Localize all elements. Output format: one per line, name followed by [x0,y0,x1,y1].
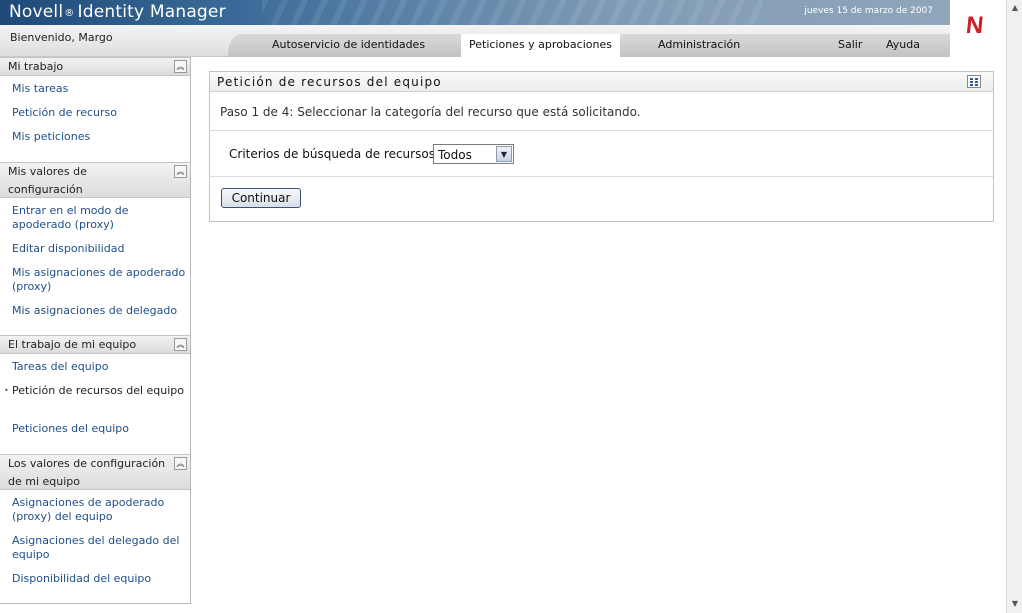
welcome-text: Bienvenido, Margo [10,31,113,44]
active-item-bullet: • [4,386,9,395]
collapse-up-icon[interactable]: ︽ [174,60,187,73]
sidebar-item-my-proxy-assignments[interactable]: Mis asignaciones de apoderado (proxy) [12,266,187,294]
title-banner: Novell® Identity Manager jueves 15 de mar… [0,0,950,25]
sidebar-section-title: El trabajo de mi equipo [8,338,137,351]
tab-administration[interactable]: Administración [658,38,740,51]
sidebar-item-my-requests[interactable]: Mis peticiones [12,130,187,144]
sidebar-item-edit-availability[interactable]: Editar disponibilidad [12,242,187,256]
scroll-down-icon[interactable]: ▼ [1009,598,1021,610]
collapse-up-icon[interactable]: ︽ [174,338,187,351]
sidebar-item-team-delegate-assignments[interactable]: Asignaciones del delegado del equipo [12,534,187,562]
product-name: Identity Manager [77,2,226,22]
sidebar-item-team-proxy-assignments[interactable]: Asignaciones de apoderado (proxy) del eq… [12,496,187,524]
sidebar-item-my-delegate-assignments[interactable]: Mis asignaciones de delegado [12,304,187,318]
divider [210,176,993,177]
current-date: jueves 15 de marzo de 2007 [804,6,933,16]
search-criteria-value: Todos [438,148,472,162]
app-title: Novell® Identity Manager [9,2,226,22]
sidebar-item-team-requests[interactable]: Peticiones del equipo [12,422,187,436]
registered-mark: ® [64,8,75,19]
search-criteria-label: Criterios de búsqueda de recursos: [229,147,439,161]
team-resource-request-panel: Petición de recursos del equipo Paso 1 d… [209,71,994,222]
collapse-up-icon[interactable]: ︽ [174,165,187,178]
sidebar-section-my-settings: Mis valores de configuración ︽ [0,162,190,198]
sidebar-section-title: Mis valores de configuración [8,165,87,196]
collapse-up-icon[interactable]: ︽ [174,457,187,470]
layout-grid-icon[interactable] [967,75,981,88]
sidebar-section-my-work: Mi trabajo ︽ [0,57,190,76]
continue-button[interactable]: Continuar [221,188,301,208]
main-tab-bar: Autoservicio de identidades Peticiones y… [228,34,950,57]
sidebar-item-team-tasks[interactable]: Tareas del equipo [12,360,187,374]
sidebar-section-title: Mi trabajo [8,60,64,73]
step-instructions: Paso 1 de 4: Seleccionar la categoría de… [220,105,641,119]
panel-title: Petición de recursos del equipo [217,75,442,89]
sidebar-section-title: Los valores de configuración de mi equip… [8,457,166,488]
sidebar-item-resource-request[interactable]: Petición de recurso [12,106,187,120]
logout-link[interactable]: Salir [838,38,862,51]
tab-requests-approvals[interactable]: Peticiones y aprobaciones [461,34,620,57]
tab-identity-self-service[interactable]: Autoservicio de identidades [272,38,425,51]
banner-pattern [262,0,762,25]
left-sidebar: Mi trabajo ︽ Mis tareas Petición de recu… [0,57,191,604]
sidebar-section-team-settings: Los valores de configuración de mi equip… [0,454,190,490]
help-link[interactable]: Ayuda [886,38,920,51]
sidebar-item-enter-proxy-mode[interactable]: Entrar en el modo de apoderado (proxy) [12,204,187,232]
divider [210,130,993,131]
vertical-scrollbar[interactable]: ▲ ▼ [1006,0,1022,613]
novell-logo: N [964,12,985,39]
panel-header: Petición de recursos del equipo [210,72,993,92]
sidebar-item-team-availability[interactable]: Disponibilidad del equipo [12,572,187,586]
welcome-strip: Bienvenido, Margo Autoservicio de identi… [0,25,950,57]
search-criteria-select[interactable]: Todos ▼ [433,144,514,164]
brand-name: Novell [9,2,64,22]
sidebar-section-team-work: El trabajo de mi equipo ︽ [0,335,190,354]
app-header: Novell® Identity Manager jueves 15 de mar… [0,0,1006,57]
sidebar-item-team-resource-request[interactable]: Petición de recursos del equipo [12,384,187,398]
sidebar-item-my-tasks[interactable]: Mis tareas [12,82,187,96]
chevron-down-icon[interactable]: ▼ [496,146,512,162]
scroll-up-icon[interactable]: ▲ [1009,2,1021,14]
